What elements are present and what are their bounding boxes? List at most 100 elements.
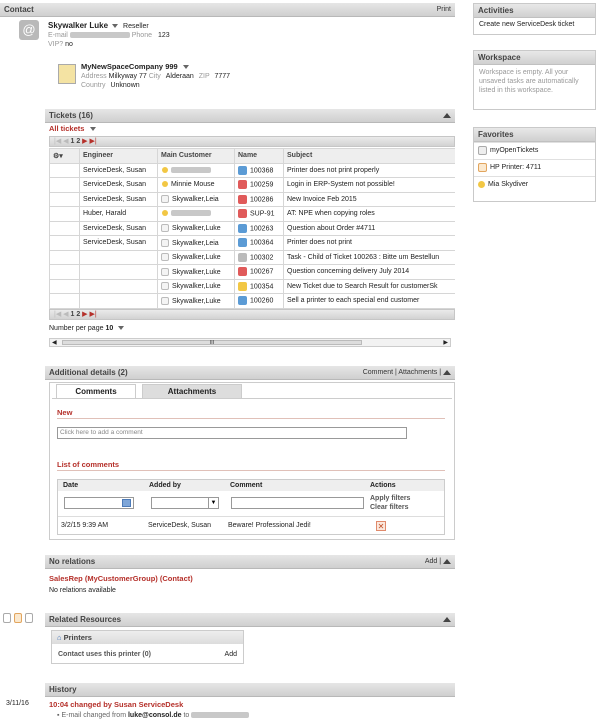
- per-page-control[interactable]: Number per page 10: [49, 325, 125, 332]
- per-page-chevron-icon[interactable]: [118, 326, 125, 331]
- add-comment-input[interactable]: Click here to add a comment: [57, 427, 407, 439]
- comment-link[interactable]: Comment: [363, 369, 393, 376]
- scroll-thumb[interactable]: III: [62, 340, 362, 346]
- row-subject[interactable]: Question concerning delivery July 2014: [283, 264, 455, 280]
- collapse-tickets-button[interactable]: [443, 109, 451, 122]
- row-select[interactable]: [49, 264, 80, 280]
- dropdown-chevron-icon[interactable]: ▼: [208, 498, 218, 508]
- pager-pages-bottom[interactable]: 1 2: [70, 311, 80, 318]
- row-name[interactable]: 100260: [234, 293, 284, 309]
- col-date[interactable]: Date: [63, 480, 78, 491]
- table-row[interactable]: ServiceDesk, Susan Minnie Mouse 100259 Logi…: [49, 177, 455, 193]
- scroll-left-icon[interactable]: ◀: [52, 339, 57, 346]
- horizontal-scrollbar[interactable]: ◀ III ▶: [49, 338, 451, 347]
- row-subject[interactable]: Task - Child of Ticket 100263 : Bitte um…: [283, 249, 455, 265]
- collapse-icon[interactable]: [443, 558, 451, 564]
- collapse-icon[interactable]: [443, 369, 451, 375]
- favorites-box: Favorites myOpenTickets HP Printer: 4711…: [473, 127, 596, 202]
- row-select[interactable]: [49, 235, 80, 251]
- print-link[interactable]: Print: [437, 3, 451, 16]
- row-name[interactable]: SUP-91: [234, 206, 284, 222]
- workspace-box: Workspace Workspace is empty. All your u…: [473, 50, 596, 110]
- row-name[interactable]: 100364: [234, 235, 284, 251]
- table-row[interactable]: Skywalker,Luke 100267 Question concerning …: [49, 264, 455, 280]
- delete-comment-icon[interactable]: ✕: [376, 521, 386, 531]
- relation-group[interactable]: SalesRep (MyCustomerGroup) (Contact): [49, 574, 193, 583]
- row-subject[interactable]: Sell a printer to each special end custo…: [283, 293, 455, 309]
- row-name[interactable]: 100259: [234, 177, 284, 193]
- row-select[interactable]: [49, 206, 80, 222]
- company-name[interactable]: MyNewSpaceCompany 999: [81, 62, 178, 71]
- table-row[interactable]: ServiceDesk, Susan Skywalker,Luke 100263 Qu…: [49, 220, 455, 236]
- col-added-by[interactable]: Added by: [149, 480, 181, 491]
- contact-title: Contact: [4, 5, 34, 14]
- tab-comments[interactable]: Comments: [56, 384, 136, 398]
- apply-filters-link[interactable]: Apply filters: [370, 494, 410, 503]
- table-row[interactable]: ServiceDesk, Susan Skywalker,Leia 100286 Ne…: [49, 191, 455, 207]
- col-engineer[interactable]: Engineer: [79, 148, 158, 164]
- added-by-select[interactable]: ▼: [151, 497, 219, 509]
- email-value[interactable]: [69, 32, 130, 39]
- col-name[interactable]: Name: [234, 148, 284, 164]
- ticket-queue-icon: [238, 209, 247, 219]
- row-name[interactable]: 100354: [234, 278, 284, 294]
- table-row[interactable]: ServiceDesk, Susan Skywalker,Leia 100364 Pr…: [49, 235, 455, 251]
- person-icon: [162, 166, 168, 173]
- row-subject[interactable]: New Ticket due to Search Result for cust…: [283, 278, 455, 294]
- row-subject[interactable]: Question about Order #4711: [283, 220, 455, 236]
- collapse-resources-button[interactable]: [443, 613, 451, 626]
- row-select[interactable]: [49, 278, 80, 294]
- favorite-item-hp-printer[interactable]: HP Printer: 4711: [474, 159, 595, 176]
- row-name[interactable]: 100368: [234, 162, 284, 178]
- filter-chevron-icon[interactable]: [90, 127, 97, 132]
- company-chevron-icon[interactable]: [182, 65, 189, 70]
- row-name[interactable]: 100263: [234, 220, 284, 236]
- create-ticket-link[interactable]: Create new ServiceDesk ticket: [474, 18, 595, 31]
- table-row[interactable]: Huber, Harald SUP-91 AT: NPE when copying …: [49, 206, 455, 222]
- add-relation-link[interactable]: Add: [425, 558, 437, 565]
- calendar-icon[interactable]: [122, 499, 131, 507]
- col-comment[interactable]: Comment: [230, 480, 262, 491]
- contact-header: Contact Print: [0, 3, 455, 17]
- attachments-link[interactable]: Attachments: [398, 369, 437, 376]
- table-row[interactable]: Skywalker,Luke 100260 Sell a printer to ea…: [49, 293, 455, 309]
- zip-value: 7777: [214, 73, 231, 80]
- row-select[interactable]: [49, 220, 80, 236]
- table-row[interactable]: Skywalker,Luke 100302 Task - Child of Tick…: [49, 249, 455, 265]
- favorite-item-my-open-tickets[interactable]: myOpenTickets: [474, 142, 595, 159]
- row-subject[interactable]: New Invoice Feb 2015: [283, 191, 455, 207]
- favorite-item-mia-skydiver[interactable]: Mia Skydiver: [474, 176, 595, 193]
- col-subject[interactable]: Subject: [283, 148, 455, 164]
- comment-filter-input[interactable]: [231, 497, 364, 509]
- tab-attachments[interactable]: Attachments: [142, 384, 242, 399]
- detail-view-icon[interactable]: [25, 613, 33, 623]
- list-view-icon[interactable]: [3, 613, 11, 623]
- tile-view-icon[interactable]: [14, 613, 22, 623]
- row-name[interactable]: 100286: [234, 191, 284, 207]
- table-settings[interactable]: ⚙▾: [49, 148, 80, 164]
- row-select[interactable]: [49, 249, 80, 265]
- row-subject[interactable]: Login in ERP-System not possible!: [283, 177, 455, 193]
- add-printer-link[interactable]: Add: [225, 651, 237, 658]
- scroll-right-icon[interactable]: ▶: [443, 339, 448, 346]
- clear-filters-link[interactable]: Clear filters: [370, 503, 410, 512]
- ticket-number: 100260: [250, 297, 274, 305]
- tickets-filter[interactable]: All tickets: [49, 124, 97, 133]
- home-icon: [478, 162, 487, 172]
- row-select[interactable]: [49, 162, 80, 178]
- row-subject[interactable]: AT: NPE when copying roles: [283, 206, 455, 222]
- row-subject[interactable]: Printer does not print: [283, 235, 455, 251]
- table-row[interactable]: ServiceDesk, Susan 100368 Printer does not…: [49, 162, 455, 178]
- col-main-customer[interactable]: Main Customer: [157, 148, 235, 164]
- row-select[interactable]: [49, 293, 80, 309]
- pager-pages[interactable]: 1 2: [70, 138, 80, 145]
- table-row[interactable]: Skywalker,Luke 100354 New Ticket due to Se…: [49, 278, 455, 294]
- contact-name[interactable]: Skywalker Luke: [48, 21, 108, 30]
- contact-menu-chevron-icon[interactable]: [112, 24, 119, 29]
- row-name[interactable]: 100267: [234, 264, 284, 280]
- row-subject[interactable]: Printer does not print properly: [283, 162, 455, 178]
- row-select[interactable]: [49, 191, 80, 207]
- row-select[interactable]: [49, 177, 80, 193]
- comments-table: Date Added by Comment Actions ▼ Apply fi…: [57, 479, 445, 535]
- row-name[interactable]: 100302: [234, 249, 284, 265]
